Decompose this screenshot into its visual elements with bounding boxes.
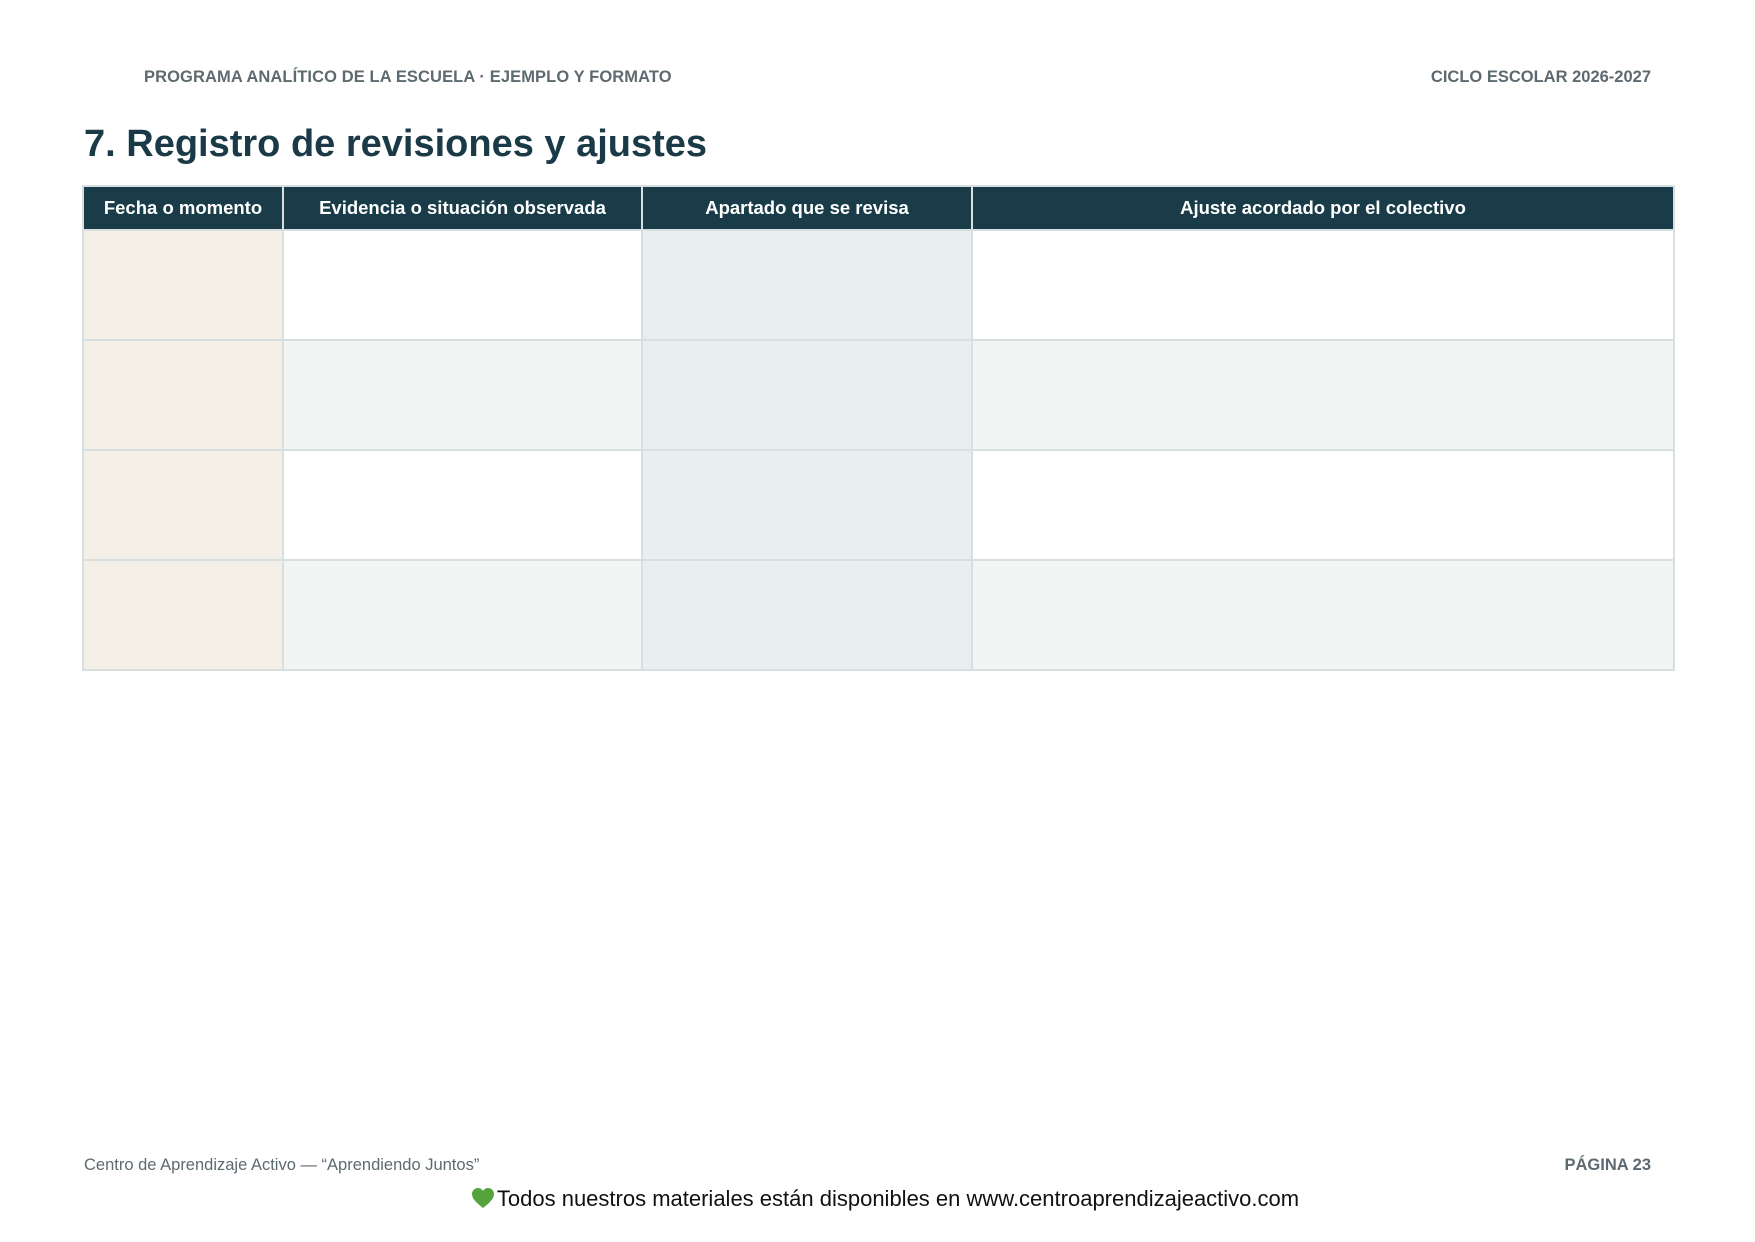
table-row — [82, 559, 1675, 671]
table-cell-evidence[interactable] — [282, 449, 643, 561]
table-row — [82, 339, 1675, 451]
table-cell-adjustment[interactable] — [971, 229, 1675, 341]
table-cell-section[interactable] — [641, 339, 973, 451]
table-cell-evidence[interactable] — [282, 559, 643, 671]
table-cell-adjustment[interactable] — [971, 559, 1675, 671]
column-header-adjustment: Ajuste acordado por el colectivo — [971, 185, 1675, 231]
page-number: PÁGINA 23 — [1564, 1156, 1652, 1174]
footer-note: Todos nuestros materiales están disponib… — [0, 1186, 1755, 1215]
table-cell-evidence[interactable] — [282, 339, 643, 451]
table-cell-section[interactable] — [641, 449, 973, 561]
footer-organization: Centro de Aprendizaje Activo — “Aprendie… — [84, 1156, 480, 1174]
page-title: 7. Registro de revisiones y ajustes — [84, 123, 708, 165]
table-cell-date[interactable] — [82, 449, 284, 561]
running-header-title: PROGRAMA ANALÍTICO DE LA ESCUELA · EJEMP… — [144, 68, 672, 86]
green-heart-icon — [471, 1187, 495, 1215]
table-row — [82, 449, 1675, 561]
table-cell-evidence[interactable] — [282, 229, 643, 341]
table-cell-adjustment[interactable] — [971, 339, 1675, 451]
table-cell-date[interactable] — [82, 339, 284, 451]
table-cell-date[interactable] — [82, 559, 284, 671]
column-header-evidence: Evidencia o situación observada — [282, 185, 643, 231]
footer-note-text: Todos nuestros materiales están disponib… — [496, 1186, 1300, 1211]
table-row — [82, 229, 1675, 341]
revision-log-table: Fecha o momento Evidencia o situación ob… — [82, 185, 1675, 671]
table-cell-section[interactable] — [641, 229, 973, 341]
column-header-section: Apartado que se revisa — [641, 185, 973, 231]
table-cell-adjustment[interactable] — [971, 449, 1675, 561]
table-header-row: Fecha o momento Evidencia o situación ob… — [82, 185, 1675, 231]
column-header-date: Fecha o momento — [82, 185, 284, 231]
table-cell-section[interactable] — [641, 559, 973, 671]
running-header-cycle: CICLO ESCOLAR 2026-2027 — [1430, 68, 1651, 86]
table-cell-date[interactable] — [82, 229, 284, 341]
